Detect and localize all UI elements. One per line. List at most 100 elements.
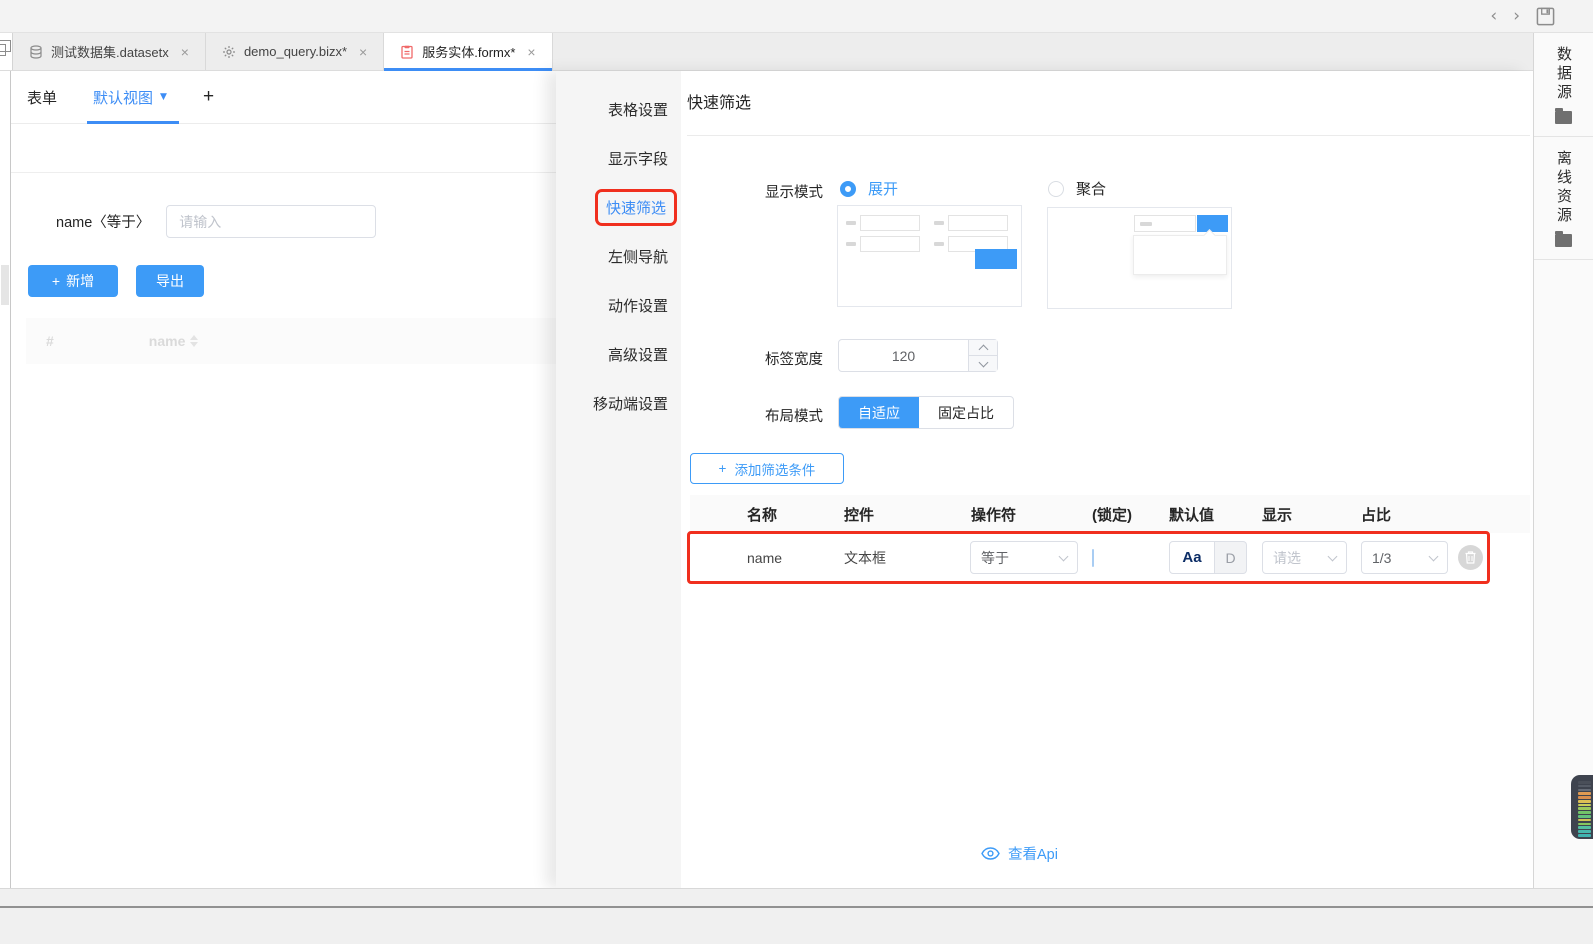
mini-button: [1197, 215, 1228, 232]
menu-item-quick-filter[interactable]: 快速筛选: [556, 183, 681, 232]
eye-icon: [981, 847, 1000, 860]
settings-panel: 表格设置 显示字段 快速筛选 左侧导航 动作设置 高级设置 移动端设置 快速筛选…: [556, 71, 1530, 888]
label-width-stepper: 120: [838, 339, 998, 372]
menu-item-mobile-settings[interactable]: 移动端设置: [556, 379, 681, 428]
dock-item-label: 离线资源: [1555, 150, 1572, 226]
default-value-text-button[interactable]: Aa: [1169, 541, 1215, 574]
form-canvas: 表单 默认视图 ▼ + name〈等于〉 + 新增 导出 # name: [1, 71, 557, 888]
plus-icon: +: [718, 461, 727, 476]
tab-default-view[interactable]: 默认视图 ▼: [87, 87, 179, 124]
trash-icon: [1465, 551, 1476, 564]
col-header-name: 名称: [747, 506, 778, 524]
layout-option-adaptive[interactable]: 自适应: [839, 397, 919, 428]
tab-close-icon[interactable]: ×: [527, 44, 535, 60]
tab-close-icon[interactable]: ×: [181, 44, 189, 60]
folder-icon: [1555, 231, 1572, 247]
stepper-down-button[interactable]: [969, 355, 997, 371]
menu-item-advanced-settings[interactable]: 高级设置: [556, 330, 681, 379]
settings-content: 快速筛选 显示模式 展开 聚合 标签宽度 120 布局模式 自适应 固定占比 +…: [681, 71, 1530, 888]
panel-collapse-handle[interactable]: [1, 265, 9, 305]
expand-mode-preview[interactable]: [837, 205, 1022, 307]
layout-mode-segmented: 自适应 固定占比: [838, 396, 1014, 429]
tab-query[interactable]: demo_query.bizx* ×: [206, 33, 385, 70]
level-meter-widget[interactable]: [1571, 775, 1593, 839]
filter-input[interactable]: [166, 205, 377, 238]
view-label: 默认视图: [93, 89, 154, 107]
chevron-down-icon: ▼: [160, 92, 167, 102]
window-top-bar: ‹ ›: [0, 0, 1593, 33]
menu-item-display-fields[interactable]: 显示字段: [556, 134, 681, 183]
mini-button: [975, 249, 1017, 269]
row-control-type: 文本框: [844, 549, 886, 566]
preview-filter-row: name〈等于〉: [56, 205, 377, 238]
mini-dropdown-panel: [1133, 235, 1227, 275]
nav-back-icon[interactable]: ‹: [1490, 7, 1497, 25]
form-file-icon: [401, 45, 413, 59]
radio-aggregate[interactable]: 聚合: [1048, 178, 1106, 199]
add-record-button[interactable]: + 新增: [28, 265, 118, 297]
column-header-name: name: [149, 333, 199, 349]
filter-table-header: 名称 控件 操作符 (锁定) 默认值 显示 占比: [690, 495, 1530, 533]
tab-dataset[interactable]: 测试数据集.datasetx ×: [13, 33, 206, 70]
col-header-display: 显示: [1262, 506, 1293, 524]
taskbar-strip: [0, 906, 1593, 944]
tab-label: demo_query.bizx*: [243, 44, 348, 59]
annotation-box: 快速筛选: [594, 189, 677, 226]
display-mode-label: 显示模式: [765, 185, 823, 201]
export-button[interactable]: 导出: [136, 265, 204, 297]
col-header-locked: (锁定): [1092, 506, 1132, 524]
tab-form[interactable]: 表单: [27, 87, 57, 108]
sort-icon[interactable]: [190, 335, 199, 347]
add-filter-condition-button[interactable]: + 添加筛选条件: [690, 453, 844, 484]
plus-icon: +: [51, 273, 61, 289]
view-toolbar: 表单 默认视图 ▼ +: [11, 71, 556, 124]
filter-field-label: name〈等于〉: [56, 215, 151, 231]
default-value-d-button[interactable]: D: [1215, 541, 1247, 574]
view-api-link[interactable]: 查看Api: [981, 843, 1058, 864]
row-field-name: name: [747, 549, 783, 566]
chevron-down-icon: [1058, 551, 1069, 561]
locked-checkbox[interactable]: [1092, 548, 1094, 567]
tab-label: 服务实体.formx*: [422, 45, 516, 60]
ratio-select[interactable]: 1/3: [1361, 541, 1448, 574]
editor-tab-bar: 测试数据集.datasetx × demo_query.bizx* × 服务实体…: [0, 33, 1533, 71]
dock-item-label: 数据源: [1555, 46, 1572, 103]
layout-mode-label: 布局模式: [765, 409, 823, 425]
stepper-up-button[interactable]: [969, 340, 997, 355]
divider: [11, 172, 556, 173]
database-icon: [30, 44, 42, 59]
display-select[interactable]: 请选: [1262, 541, 1347, 574]
save-icon[interactable]: [1536, 7, 1555, 26]
layout-option-fixed-ratio[interactable]: 固定占比: [919, 397, 1013, 428]
divider: [687, 135, 1530, 136]
column-header-index: #: [46, 333, 54, 349]
col-header-default: 默认值: [1169, 506, 1215, 524]
preview-table-header: # name: [26, 318, 557, 364]
menu-item-table-settings[interactable]: 表格设置: [556, 85, 681, 134]
restore-window-icon[interactable]: [0, 33, 13, 70]
delete-row-button[interactable]: [1458, 545, 1483, 570]
operator-select[interactable]: 等于: [970, 541, 1078, 574]
menu-item-action-settings[interactable]: 动作设置: [556, 281, 681, 330]
aggregate-mode-preview[interactable]: [1047, 207, 1232, 309]
chevron-down-icon: [1428, 551, 1439, 561]
dock-item-datasource[interactable]: 数据源: [1534, 33, 1593, 137]
status-strip: [0, 888, 1593, 906]
menu-item-left-nav[interactable]: 左侧导航: [556, 232, 681, 281]
chevron-down-icon: [1327, 551, 1338, 561]
tab-close-icon[interactable]: ×: [359, 44, 367, 60]
col-header-control: 控件: [844, 506, 875, 524]
panel-title: 快速筛选: [687, 95, 752, 112]
col-header-operator: 操作符: [971, 506, 1017, 524]
tab-form-active[interactable]: 服务实体.formx* ×: [384, 33, 553, 71]
add-view-button[interactable]: +: [203, 86, 214, 108]
filter-table-row: name 文本框 等于 Aa D 请选 1/3: [690, 533, 1530, 582]
label-width-value[interactable]: 120: [839, 340, 968, 371]
nav-forward-icon[interactable]: ›: [1513, 7, 1520, 25]
dock-item-offline-resources[interactable]: 离线资源: [1534, 137, 1593, 260]
radio-expand[interactable]: 展开: [840, 178, 898, 199]
radio-unselected-icon: [1048, 180, 1064, 197]
col-header-ratio: 占比: [1361, 506, 1392, 524]
right-dock: 数据源 离线资源: [1533, 33, 1593, 888]
label-width-label: 标签宽度: [765, 352, 823, 368]
